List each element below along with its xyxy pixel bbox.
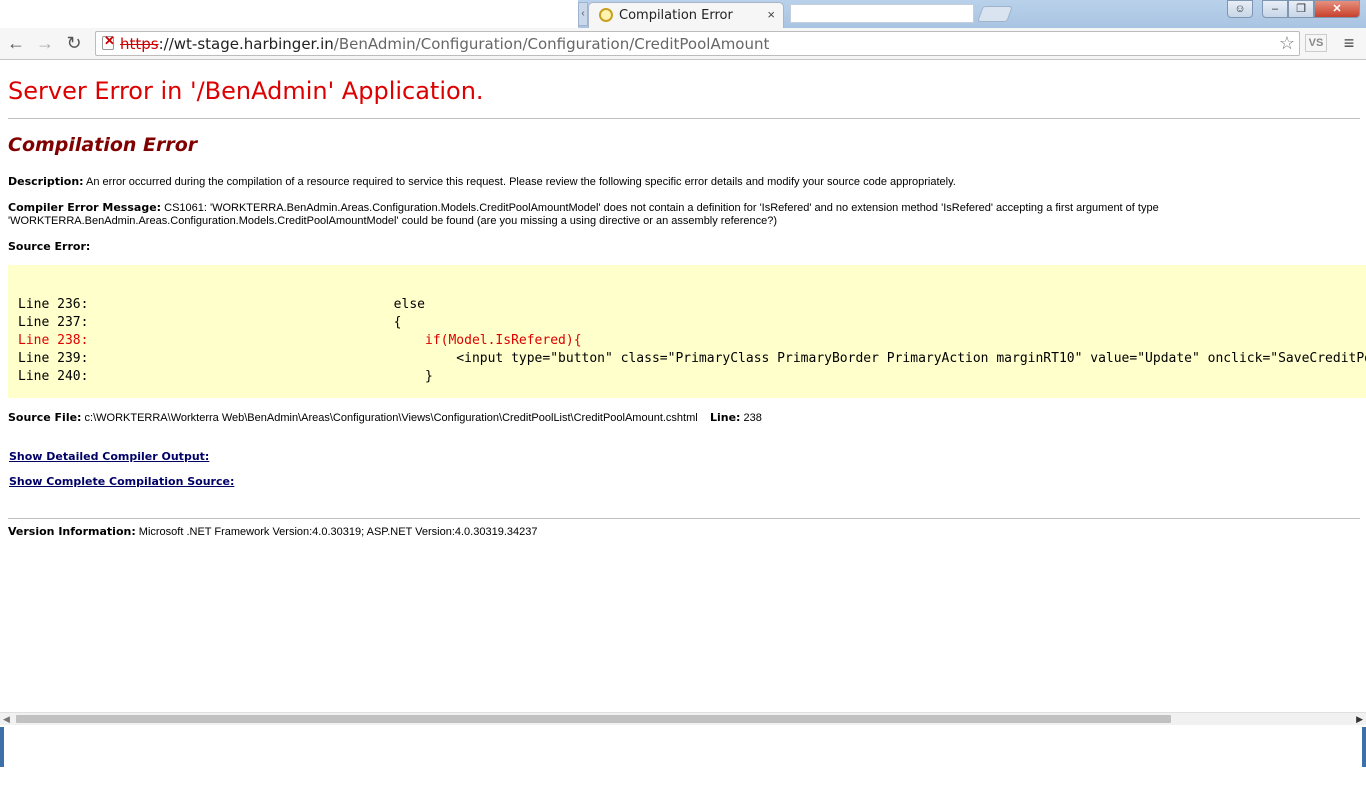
source-line: Line 239: <input type="button" class="Pr… [18, 351, 1366, 366]
minimize-button[interactable]: – [1262, 0, 1288, 18]
maximize-button[interactable]: ❐ [1288, 0, 1314, 18]
tab-compilation-error[interactable]: Compilation Error × [588, 2, 784, 28]
page-title: Server Error in '/BenAdmin' Application. [8, 77, 484, 105]
new-tab-button[interactable] [977, 6, 1013, 22]
source-file-label: Source File: [8, 411, 82, 424]
error-page: Server Error in '/BenAdmin' Application.… [0, 61, 1366, 712]
window-titlebar: ‹ Compilation Error × ☺ – ❐ ✕ [0, 0, 1366, 28]
window-frame-edge [1362, 727, 1366, 767]
compiler-message-text: CS1061: 'WORKTERRA.BenAdmin.Areas.Config… [8, 202, 1159, 227]
scroll-right-icon[interactable]: ▶ [1356, 714, 1363, 725]
scrollbar-thumb[interactable] [16, 715, 1171, 723]
divider-top [8, 118, 1360, 119]
titlebar-blank-area [0, 0, 578, 28]
source-line: Line 237: { [18, 315, 402, 330]
compiler-message-label: Compiler Error Message: [8, 201, 162, 214]
line-label: Line: [709, 411, 741, 424]
compiler-message-block: Compiler Error Message: CS1061: 'WORKTER… [8, 201, 1168, 228]
tab-title: Compilation Error [619, 8, 733, 23]
source-error-label: Source Error: [8, 240, 91, 253]
source-code: Line 236: else Line 237: { Line 238: if(Mo… [18, 296, 1366, 386]
url-text[interactable]: https://wt-stage.harbinger.in/BenAdmin/C… [120, 35, 769, 53]
tab-strip-field[interactable] [790, 4, 974, 23]
source-line: Line 236: else [18, 297, 425, 312]
source-file-block: Source File: c:\WORKTERRA\Workterra Web\… [8, 411, 762, 424]
profile-icon[interactable]: ☺ [1227, 0, 1253, 18]
url-path: /BenAdmin/Configuration/Configuration/Cr… [333, 35, 770, 53]
source-file-path: c:\WORKTERRA\Workterra Web\BenAdmin\Area… [81, 412, 698, 424]
error-subheading: Compilation Error [8, 134, 198, 156]
version-label: Version Information: [8, 525, 136, 538]
line-value: 238 [740, 412, 762, 424]
horizontal-scrollbar[interactable]: ◀ ▶ [0, 712, 1366, 725]
show-compilation-source-link[interactable]: Show Complete Compilation Source: [9, 475, 234, 488]
url-host: ://wt-stage.harbinger.in [158, 35, 334, 53]
description-label: Description: [8, 175, 84, 188]
forward-arrow-icon[interactable]: → [34, 32, 56, 54]
description-block: Description: An error occurred during th… [8, 175, 1168, 189]
browser-toolbar: ← → ↻ ✕ https://wt-stage.harbinger.in/Be… [0, 28, 1366, 60]
description-text: An error occurred during the compilation… [83, 176, 956, 188]
tab-scroll-left-icon[interactable]: ‹ [578, 2, 588, 26]
back-arrow-icon[interactable]: ← [5, 32, 27, 54]
window-frame-edge [0, 727, 4, 767]
source-line: Line 240: } [18, 369, 433, 384]
address-bar[interactable]: ✕ https://wt-stage.harbinger.in/BenAdmin… [95, 31, 1300, 56]
bookmark-star-icon[interactable]: ☆ [1279, 33, 1295, 54]
divider-bottom [8, 518, 1360, 519]
source-code-box: Line 236: else Line 237: { Line 238: if(Mo… [8, 265, 1366, 398]
url-scheme: https [120, 35, 159, 53]
extension-vs-icon[interactable]: VS [1305, 34, 1327, 52]
page-favicon-icon [599, 8, 613, 22]
ssl-error-cross-icon: ✕ [104, 33, 115, 48]
close-window-button[interactable]: ✕ [1314, 0, 1360, 18]
menu-icon[interactable]: ≡ [1338, 32, 1360, 54]
show-compiler-output-link[interactable]: Show Detailed Compiler Output: [9, 450, 209, 463]
source-line-error: Line 238: if(Model.IsRefered){ [18, 333, 582, 348]
reload-icon[interactable]: ↻ [63, 32, 85, 54]
version-text: Microsoft .NET Framework Version:4.0.303… [135, 526, 538, 538]
version-block: Version Information: Microsoft .NET Fram… [8, 525, 537, 538]
tab-close-icon[interactable]: × [767, 7, 775, 22]
scroll-left-icon[interactable]: ◀ [3, 714, 10, 725]
